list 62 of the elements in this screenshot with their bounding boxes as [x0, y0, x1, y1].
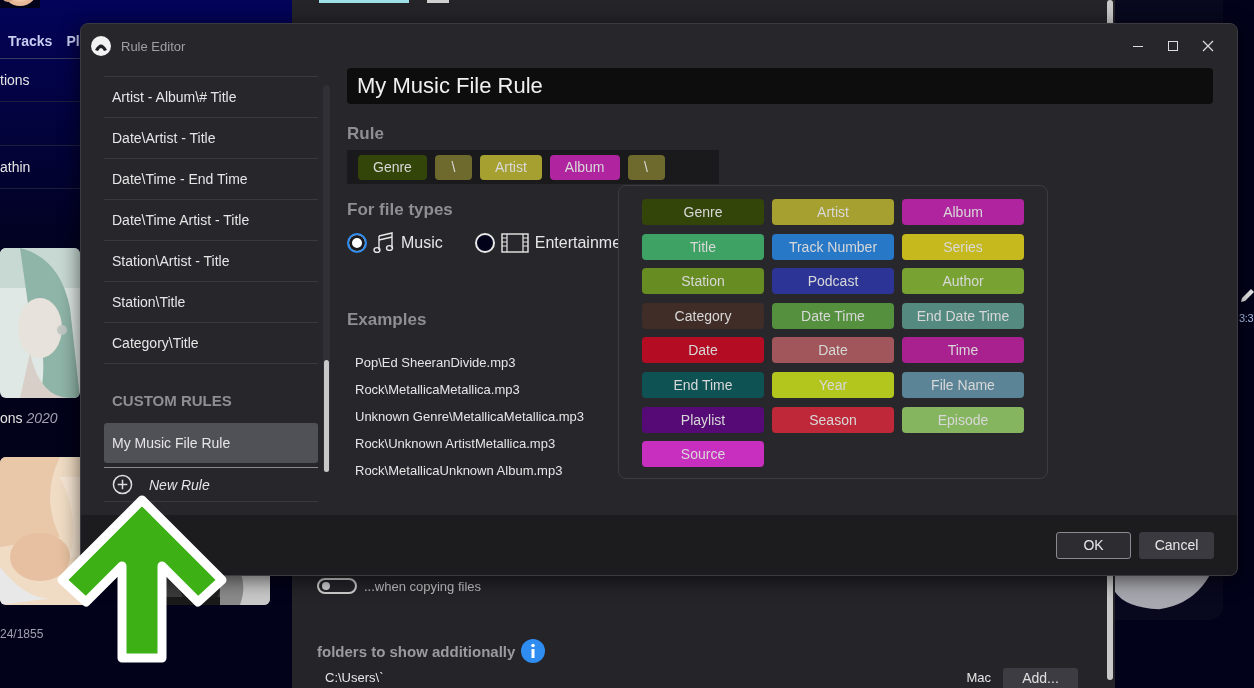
app-logo-icon	[91, 36, 111, 56]
rule-item[interactable]: Station\Artist - Title	[104, 240, 318, 281]
window-title: Rule Editor	[121, 38, 186, 54]
nav-tab[interactable]: Tracks	[8, 32, 53, 51]
token-chip[interactable]: Album	[902, 199, 1024, 225]
add-button[interactable]: Add...	[1003, 668, 1078, 688]
name-field[interactable]: My Music File Rule	[347, 68, 1213, 104]
example-path: Rock\MetallicaUnknown Album.mp3	[355, 462, 563, 480]
film-strip-icon	[500, 232, 529, 254]
maximize-icon[interactable]	[1167, 40, 1179, 52]
token-chip[interactable]: Playlist	[642, 406, 764, 433]
token-chip[interactable]: Date	[642, 337, 764, 364]
time-label: 3:3	[1239, 312, 1254, 324]
token-chip[interactable]: \	[627, 154, 665, 180]
token-chip[interactable]: Date	[772, 337, 894, 364]
token-chip[interactable]: Album	[549, 154, 620, 180]
list-item[interactable]: athin	[0, 159, 31, 175]
example-path: Pop\Ed SheeranDivide.mp3	[355, 354, 516, 372]
track-count: 24/1855	[0, 627, 45, 641]
section-heading: Examples	[347, 309, 427, 331]
rule-item[interactable]: Date\Time Artist - Title	[104, 199, 318, 240]
token-chip[interactable]: \	[434, 154, 472, 180]
close-icon[interactable]	[1202, 40, 1214, 52]
album-caption: ons 2020	[0, 409, 59, 427]
folder-path: C:\Users\`	[325, 670, 384, 686]
rule-item[interactable]: Artist - Album\# Title	[104, 76, 318, 117]
token-chip[interactable]: Genre	[358, 154, 427, 180]
radio-label: Entertainme	[534, 234, 622, 252]
toggle-label: ...when copying files	[364, 578, 482, 594]
ok-button[interactable]: OK	[1056, 531, 1131, 559]
token-chip[interactable]: Genre	[642, 199, 764, 225]
cancel-button[interactable]: Cancel	[1139, 531, 1214, 559]
rule-item[interactable]: Date\Artist - Title	[104, 117, 318, 158]
example-path: Unknown Genre\MetallicaMetallica.mp3	[355, 408, 585, 426]
nav-tab[interactable]: Pl	[66, 32, 80, 51]
rule-item[interactable]: Station\Title	[104, 281, 318, 322]
rule-field[interactable]: Genre \ Artist Album \	[347, 150, 719, 184]
token-chip[interactable]: Podcast	[772, 268, 894, 295]
section-heading: CUSTOM RULES	[104, 363, 318, 419]
example-path: Rock\MetallicaMetallica.mp3	[355, 381, 520, 399]
info-icon[interactable]	[521, 639, 546, 663]
radio-button[interactable]	[347, 233, 367, 253]
section-heading: For file types	[347, 199, 453, 221]
section-heading: folders to show additionally	[317, 642, 516, 660]
rule-item[interactable]: My Music File Rule	[104, 423, 318, 463]
token-chip[interactable]: Time	[902, 337, 1024, 364]
token-chip[interactable]: Category	[642, 302, 764, 329]
tab-underline	[427, 0, 449, 3]
toggle-switch[interactable]	[317, 578, 357, 594]
scrollbar-thumb[interactable]	[324, 360, 329, 472]
section-heading: Rule	[347, 123, 384, 145]
example-path: Rock\Unknown ArtistMetallica.mp3	[355, 435, 556, 453]
add-icon[interactable]	[112, 474, 133, 495]
music-note-icon	[373, 232, 395, 254]
radio-label: Music	[401, 234, 443, 252]
list-item[interactable]: tions	[0, 72, 30, 88]
token-chip[interactable]: Season	[772, 406, 894, 433]
table-cell: Mac	[966, 670, 991, 686]
token-chip[interactable]: End Time	[642, 371, 764, 398]
new-rule-link[interactable]: New Rule	[149, 476, 210, 493]
rule-item[interactable]: Category\Title	[104, 322, 318, 363]
rule-item[interactable]: Date\Time - End Time	[104, 158, 318, 199]
